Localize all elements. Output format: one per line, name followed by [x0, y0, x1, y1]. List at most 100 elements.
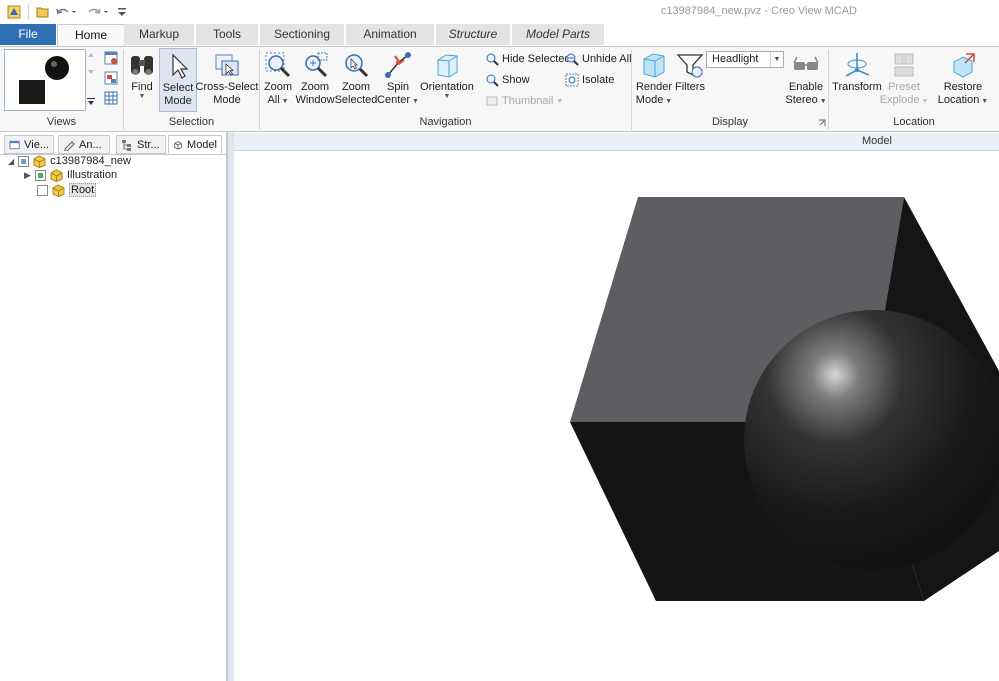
view-scroll[interactable] [86, 50, 96, 108]
app-icon[interactable] [6, 4, 22, 20]
cross-select-line2: Mode [213, 94, 241, 106]
binoculars-icon [131, 56, 153, 75]
panel-tab-structure-label: Str... [137, 138, 160, 151]
structure-panel [0, 132, 227, 681]
hide-selected-button[interactable]: Hide Selected [485, 50, 571, 68]
restore-location-button[interactable]: Restore Location ▼ [936, 48, 990, 112]
select-mode-button[interactable]: Select Mode [159, 48, 197, 112]
lighting-dropdown[interactable]: Headlight ▼ [706, 51, 784, 68]
panel-tab-views-label: Vie... [24, 138, 49, 151]
restore-location-line2: Location ▼ [937, 94, 989, 106]
zoom-window-button[interactable]: Zoom Window [295, 48, 335, 112]
preset-explode-button[interactable]: Preset Explode ▼ [880, 48, 928, 112]
navigation-group-label: Navigation [419, 116, 472, 128]
lighting-value: Headlight [712, 53, 759, 65]
structure-icon [122, 139, 131, 151]
cube-orientation-icon [437, 54, 458, 78]
assembly-icon [52, 183, 65, 197]
unhide-all-label: Unhide All [582, 53, 632, 65]
view-grid-icon[interactable] [104, 91, 118, 105]
spin-center-button[interactable]: Spin Center ▼ [377, 48, 419, 112]
assembly-icon [50, 168, 63, 182]
view-manage-icon[interactable] [104, 71, 118, 85]
zoom-all-line1: Zoom [263, 81, 293, 93]
enable-stereo-button[interactable]: Enable Stereo ▼ [785, 48, 827, 112]
isolate-button[interactable]: Isolate [565, 71, 614, 89]
thumbnail-button[interactable]: Thumbnail ▼ [485, 92, 563, 110]
tab-sectioning[interactable]: Sectioning [260, 24, 344, 45]
tab-model-parts[interactable]: Model Parts [512, 24, 604, 45]
find-label: Find [131, 81, 153, 93]
tree-item-root-assembly[interactable]: ◢ c13987984_new [8, 154, 131, 168]
preset-explode-icon [894, 53, 914, 77]
quick-access-separator [28, 4, 29, 20]
thumbnail-icon [486, 96, 498, 106]
restore-location-line1: Restore [943, 81, 983, 93]
show-button[interactable]: Show [485, 71, 530, 89]
spin-center-line1: Spin [386, 81, 410, 93]
zoom-all-button[interactable]: Zoom All ▼ [261, 48, 295, 112]
transform-button[interactable]: Transform [832, 48, 882, 112]
view-thumbnail[interactable] [4, 49, 86, 111]
find-button[interactable]: Find ▼ [126, 48, 158, 112]
zoom-selected-line2: Selected [334, 94, 378, 106]
customize-icon[interactable] [116, 4, 128, 20]
render-mode-line1: Render [635, 81, 673, 93]
hide-selected-icon [486, 53, 499, 66]
tab-tools[interactable]: Tools [196, 24, 258, 45]
redo-icon[interactable] [86, 4, 110, 20]
panel-tab-annotations[interactable]: An... [58, 135, 110, 154]
zoom-selected-button[interactable]: Zoom Selected [334, 48, 378, 112]
tab-home[interactable]: Home [57, 24, 125, 47]
checkbox-partial-icon[interactable] [34, 169, 46, 181]
dialog-launcher-icon[interactable] [818, 118, 826, 126]
show-icon [486, 74, 499, 87]
expanded-arrow-icon: ◢ [8, 156, 15, 166]
checkbox-icon[interactable] [37, 184, 48, 196]
unhide-all-icon [566, 53, 579, 66]
model-scene[interactable] [234, 151, 999, 681]
tab-markup[interactable]: Markup [124, 24, 194, 45]
window-title: c13987984_new.pvz - Creo View MCAD [660, 5, 857, 17]
filters-button[interactable]: Filters [675, 48, 705, 112]
cross-select-mode-button[interactable]: Cross-Select Mode [196, 48, 258, 112]
orientation-button[interactable]: Orientation ▼ [420, 48, 474, 112]
render-mode-button[interactable]: Render Mode ▼ [634, 48, 674, 112]
view-add-icon[interactable] [104, 51, 118, 65]
panel-splitter[interactable] [227, 132, 234, 681]
render-mode-icon [643, 53, 665, 78]
panel-tab-model[interactable]: Model [168, 135, 222, 154]
tree-item-root[interactable]: Root [37, 183, 97, 197]
show-label: Show [502, 74, 530, 86]
orientation-label: Orientation [420, 81, 474, 93]
spin-center-icon [385, 52, 411, 78]
tab-structure[interactable]: Structure [436, 24, 510, 45]
unhide-all-button[interactable]: Unhide All [565, 50, 632, 68]
zoom-window-line2: Window [295, 94, 335, 106]
cursor-arrow-icon [172, 53, 189, 79]
panel-tab-structure[interactable]: Str... [116, 135, 166, 154]
tab-file[interactable]: File [0, 24, 56, 45]
open-folder-icon[interactable] [35, 4, 51, 20]
sphere [744, 310, 999, 570]
enable-stereo-line2: Stereo ▼ [785, 94, 827, 106]
checkbox-partial-icon[interactable] [18, 155, 30, 167]
tab-animation[interactable]: Animation [346, 24, 434, 45]
enable-stereo-line1: Enable [788, 81, 824, 93]
tree-item-illustration[interactable]: ▶ Illustration [24, 168, 117, 182]
chevron-down-icon: ▼ [138, 93, 146, 100]
panel-tab-views[interactable]: Vie... [4, 135, 54, 154]
collapsed-arrow-icon[interactable]: ▶ [24, 170, 31, 181]
tree-root-label: c13987984_new [50, 155, 131, 167]
chevron-down-icon: ▼ [770, 52, 783, 67]
zoom-all-icon [265, 52, 291, 78]
filters-label: Filters [675, 81, 705, 93]
cross-select-icon [215, 54, 239, 76]
isolate-label: Isolate [582, 74, 615, 86]
assembly-icon [33, 154, 46, 168]
tree-illustration-label: Illustration [66, 169, 118, 181]
views-icon [9, 140, 20, 149]
transform-axes-icon [845, 53, 870, 77]
undo-icon[interactable] [55, 4, 77, 20]
preset-explode-line1: Preset [888, 81, 920, 93]
